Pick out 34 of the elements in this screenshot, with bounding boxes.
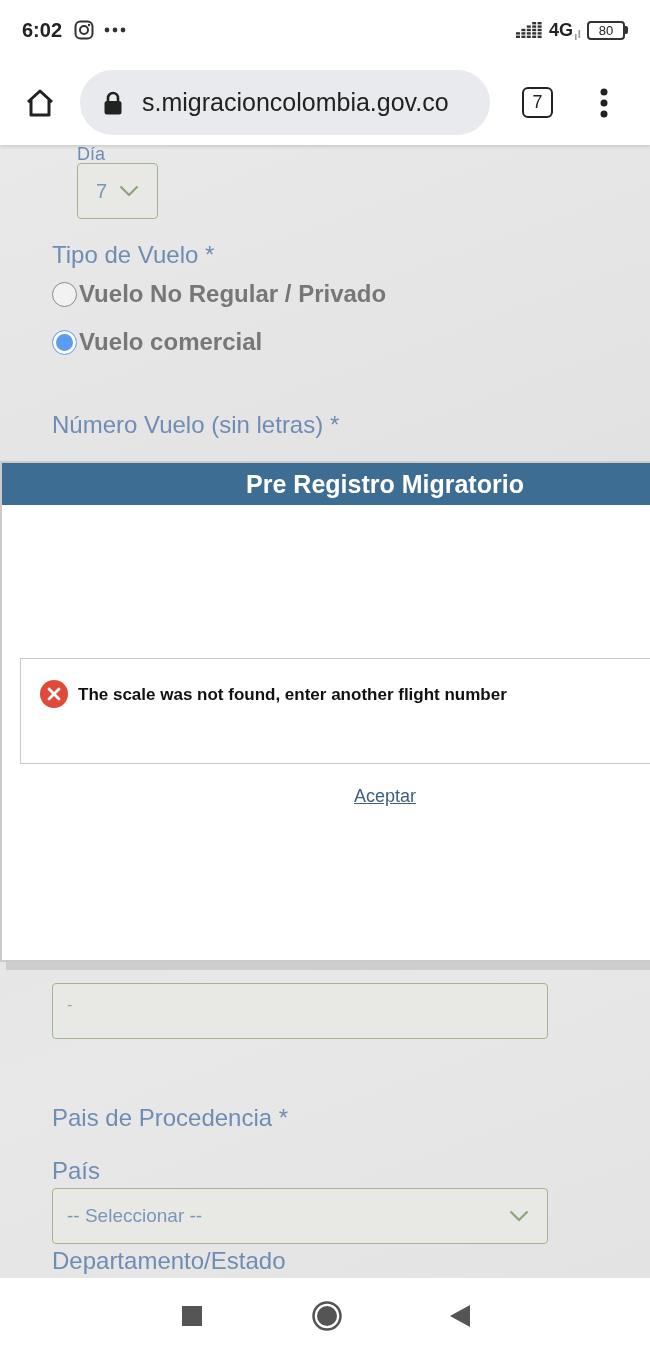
field-label: Pais de Procedencia * — [52, 1104, 289, 1132]
accept-link[interactable]: Aceptar — [353, 784, 416, 808]
field-label: Día — [77, 145, 105, 163]
address-bar[interactable]: s.migracioncolombia.gov.co — [80, 70, 490, 135]
menu-icon[interactable] — [600, 87, 608, 118]
status-time: 6:02 — [22, 18, 63, 42]
network-type: 4G — [549, 19, 573, 41]
field-label: País — [52, 1157, 101, 1185]
signal-icon — [516, 21, 542, 39]
field-label: Departamento/Estado — [52, 1247, 286, 1275]
chevron-down-icon — [509, 1210, 529, 1222]
battery-icon: 80 — [587, 20, 628, 40]
error-message: The scale was not found, enter another flight number — [78, 684, 507, 706]
radio-button[interactable] — [52, 329, 77, 355]
dialog-title-bar: Pre Registro Migratorio — [2, 463, 650, 505]
lock-icon — [104, 90, 122, 115]
field-label: Número Vuelo (sin letras) * — [52, 411, 340, 439]
radio-label[interactable]: Vuelo No Regular / Privado — [79, 280, 387, 308]
chevron-down-icon — [119, 185, 139, 197]
url-text: s.migracioncolombia.gov.co — [142, 88, 449, 117]
more-dots-icon — [104, 27, 127, 33]
tab-count-button[interactable]: 7 — [522, 87, 553, 118]
home-icon[interactable] — [25, 87, 55, 118]
home-circle-icon[interactable] — [312, 1301, 342, 1331]
country-select[interactable]: -- Seleccionar -- — [52, 1188, 548, 1244]
radio-button[interactable] — [52, 281, 77, 307]
data-activity-icon — [575, 30, 581, 40]
day-select[interactable]: 7 — [77, 163, 158, 219]
back-icon[interactable] — [450, 1305, 470, 1327]
text-field[interactable]: - — [52, 983, 548, 1039]
error-icon — [40, 680, 68, 708]
camera-app-icon — [74, 20, 95, 40]
radio-label[interactable]: Vuelo comercial — [79, 328, 263, 356]
field-label: Tipo de Vuelo * — [52, 241, 215, 269]
